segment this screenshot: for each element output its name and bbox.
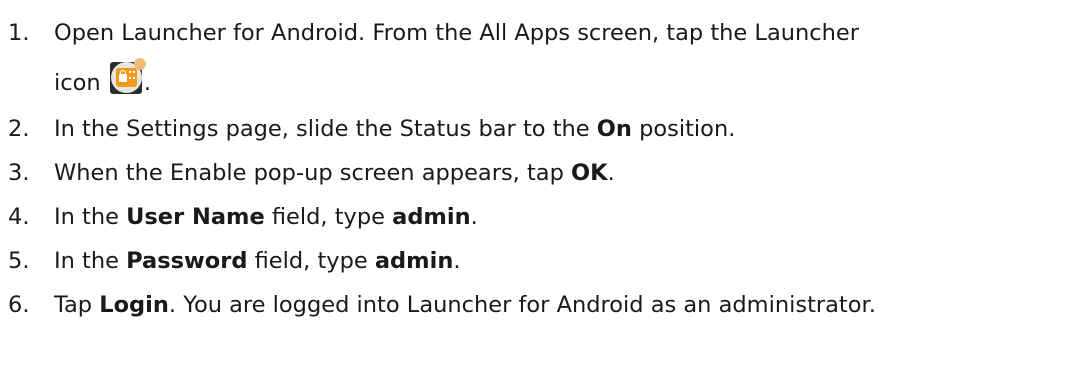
step-text: position.: [631, 116, 736, 142]
step-text: field, type: [264, 204, 393, 230]
step-5: 5. In the Password field, type admin.: [0, 244, 1077, 278]
step-text: field, type: [247, 248, 375, 274]
step-text: In the: [54, 204, 127, 230]
step-text: . You are logged into Launcher for Andro…: [168, 292, 876, 318]
step-text: Tap: [54, 292, 100, 318]
step-number: 1.: [8, 20, 30, 46]
step-number: 2.: [8, 116, 30, 142]
step-text: .: [470, 204, 478, 230]
step-6: 6. Tap Login. You are logged into Launch…: [0, 288, 1077, 322]
step-bold-term: OK: [571, 160, 608, 186]
step-4: 4. In the User Name field, type admin.: [0, 200, 1077, 234]
step-number: 6.: [8, 292, 30, 318]
step-text: In the: [54, 248, 127, 274]
step-number: 4.: [8, 204, 30, 230]
step-bold-term: On: [596, 116, 632, 142]
launcher-app-icon: [109, 58, 146, 94]
step-1: 1. Open Launcher for Android. From the A…: [0, 6, 1077, 110]
step-2: 2. In the Settings page, slide the Statu…: [0, 112, 1077, 146]
step-text: icon: [54, 70, 101, 96]
step-text: When the Enable pop-up screen appears, t…: [54, 160, 572, 186]
step-bold-term: Login: [99, 292, 169, 318]
step-3: 3. When the Enable pop-up screen appears…: [0, 156, 1077, 190]
step-text: In the Settings page, slide the Status b…: [54, 116, 597, 142]
step-number: 5.: [8, 248, 30, 274]
step-bold-term: User Name: [126, 204, 265, 230]
step-bold-term: admin: [392, 204, 471, 230]
step-bold-term: Password: [126, 248, 248, 274]
step-text: Open Launcher for Android. From the All …: [54, 20, 859, 46]
step-text: .: [453, 248, 461, 274]
step-bold-term: admin: [374, 248, 454, 274]
step-text: .: [143, 70, 151, 96]
step-number: 3.: [8, 160, 30, 186]
step-text: .: [607, 160, 615, 186]
instruction-steps: 1. Open Launcher for Android. From the A…: [0, 6, 1077, 322]
